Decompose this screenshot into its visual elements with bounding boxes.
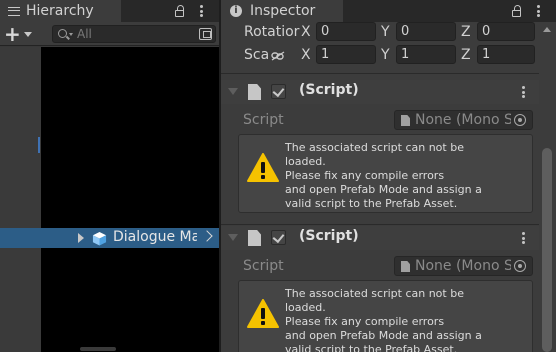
scale-x-label[interactable]: X: [301, 47, 311, 63]
hierarchy-scroll-indicator: [80, 347, 116, 351]
script-file-icon: [248, 84, 261, 100]
scale-label: Sca: [244, 47, 270, 63]
warning-line: valid script to the Prefab Asset.: [285, 343, 458, 352]
rotation-z-field[interactable]: 0: [477, 22, 535, 41]
rotation-x-field[interactable]: 0: [316, 22, 376, 41]
inspector-scrollbar-thumb[interactable]: [542, 148, 552, 352]
foldout-arrow-icon[interactable]: [228, 234, 238, 241]
scale-x-field[interactable]: 1: [316, 45, 376, 64]
component-header[interactable]: (Script): [221, 226, 545, 250]
warning-help-box: The associated script can not be loaded.…: [238, 280, 533, 352]
warning-line: and open Prefab Mode and assign a: [285, 183, 482, 196]
component-divider: [221, 73, 556, 74]
warning-icon: [247, 299, 279, 328]
rotation-label: Rotatior: [244, 24, 300, 40]
foldout-arrow-icon[interactable]: [78, 233, 84, 243]
search-placeholder: All: [77, 27, 92, 41]
warning-message: The associated script can not be loaded.…: [285, 287, 525, 352]
warning-line: The associated script can not be: [285, 287, 464, 300]
script-file-icon: [401, 261, 410, 272]
kebab-menu-icon[interactable]: [200, 5, 203, 17]
scale-z-field[interactable]: 1: [477, 45, 535, 64]
warning-help-box: The associated script can not be loaded.…: [238, 134, 533, 213]
tab-hierarchy[interactable]: Hierarchy: [0, 0, 121, 22]
component-divider: [221, 224, 556, 225]
hierarchy-panel: Hierarchy + All Dialogue Ma: [0, 0, 219, 352]
chevron-down-icon: [23, 31, 32, 37]
search-dropdown-caret-icon[interactable]: [69, 33, 73, 36]
component-enabled-checkbox[interactable]: [271, 230, 286, 245]
warning-line: valid script to the Prefab Asset.: [285, 197, 458, 210]
hierarchy-gutter: [0, 47, 41, 352]
inspector-tab-label: Inspector: [250, 3, 316, 19]
hierarchy-tab-label: Hierarchy: [26, 3, 94, 19]
script-object-field[interactable]: None (Mono S: [394, 256, 533, 276]
script-file-icon: [248, 230, 261, 246]
scroll-up-arrow-icon[interactable]: [543, 27, 551, 32]
script-object-value: None (Mono S: [415, 258, 511, 274]
hamburger-menu-icon: [8, 6, 20, 16]
foldout-arrow-icon[interactable]: [228, 88, 238, 95]
lock-icon[interactable]: [175, 5, 184, 17]
scene-marker: [38, 137, 40, 153]
warning-line: The associated script can not be: [285, 141, 464, 154]
scene-filter-icon[interactable]: [199, 28, 212, 40]
kebab-menu-icon[interactable]: [522, 232, 525, 244]
kebab-menu-icon[interactable]: [522, 86, 525, 98]
rotation-x-label[interactable]: X: [301, 24, 311, 40]
scale-z-label[interactable]: Z: [461, 47, 471, 63]
warning-message: The associated script can not be loaded.…: [285, 141, 525, 211]
object-picker-icon[interactable]: [514, 114, 526, 126]
inspector-panel: i Inspector Rotatior X 0 Y 0 Z 0 Sca X 1…: [221, 0, 556, 352]
component-title: (Script): [299, 82, 359, 98]
component-enabled-checkbox[interactable]: [271, 84, 286, 99]
scale-y-field[interactable]: 1: [396, 45, 456, 64]
hierarchy-list-area[interactable]: [41, 47, 219, 352]
add-button[interactable]: +: [4, 24, 40, 44]
warning-line: Please fix any compile errors: [285, 315, 445, 328]
hierarchy-row-label: Dialogue Ma: [113, 229, 197, 245]
hierarchy-toolbar: + All: [0, 22, 219, 46]
script-field-label: Script: [243, 258, 284, 274]
rotation-y-field[interactable]: 0: [396, 22, 456, 41]
tab-inspector[interactable]: i Inspector: [221, 0, 343, 22]
search-icon: [58, 29, 67, 38]
warning-line: loaded.: [285, 155, 326, 168]
rotation-z-label[interactable]: Z: [461, 24, 471, 40]
script-field-label: Script: [243, 112, 284, 128]
inspector-tab-bar: i Inspector: [221, 0, 556, 22]
chevron-right-icon[interactable]: [201, 230, 213, 242]
component-header[interactable]: (Script): [221, 80, 545, 104]
warning-line: loaded.: [285, 301, 326, 314]
kebab-menu-icon[interactable]: [537, 5, 540, 17]
script-object-field[interactable]: None (Mono S: [394, 110, 533, 130]
search-input[interactable]: All: [52, 25, 216, 43]
warning-icon: [247, 153, 279, 182]
script-object-value: None (Mono S: [415, 112, 511, 128]
prefab-cube-icon: [92, 231, 107, 246]
info-icon: i: [230, 5, 242, 17]
warning-line: Please fix any compile errors: [285, 169, 445, 182]
rotation-y-label[interactable]: Y: [381, 24, 390, 40]
link-icon[interactable]: [271, 51, 285, 61]
scale-y-label[interactable]: Y: [381, 47, 390, 63]
object-picker-icon[interactable]: [514, 260, 526, 272]
warning-line: and open Prefab Mode and assign a: [285, 329, 482, 342]
component-title: (Script): [299, 228, 359, 244]
hierarchy-tab-bar: Hierarchy: [0, 0, 219, 22]
plus-icon: +: [4, 22, 21, 46]
hierarchy-row-selected[interactable]: Dialogue Ma: [0, 228, 219, 248]
lock-icon[interactable]: [512, 5, 521, 17]
script-file-icon: [401, 115, 410, 126]
